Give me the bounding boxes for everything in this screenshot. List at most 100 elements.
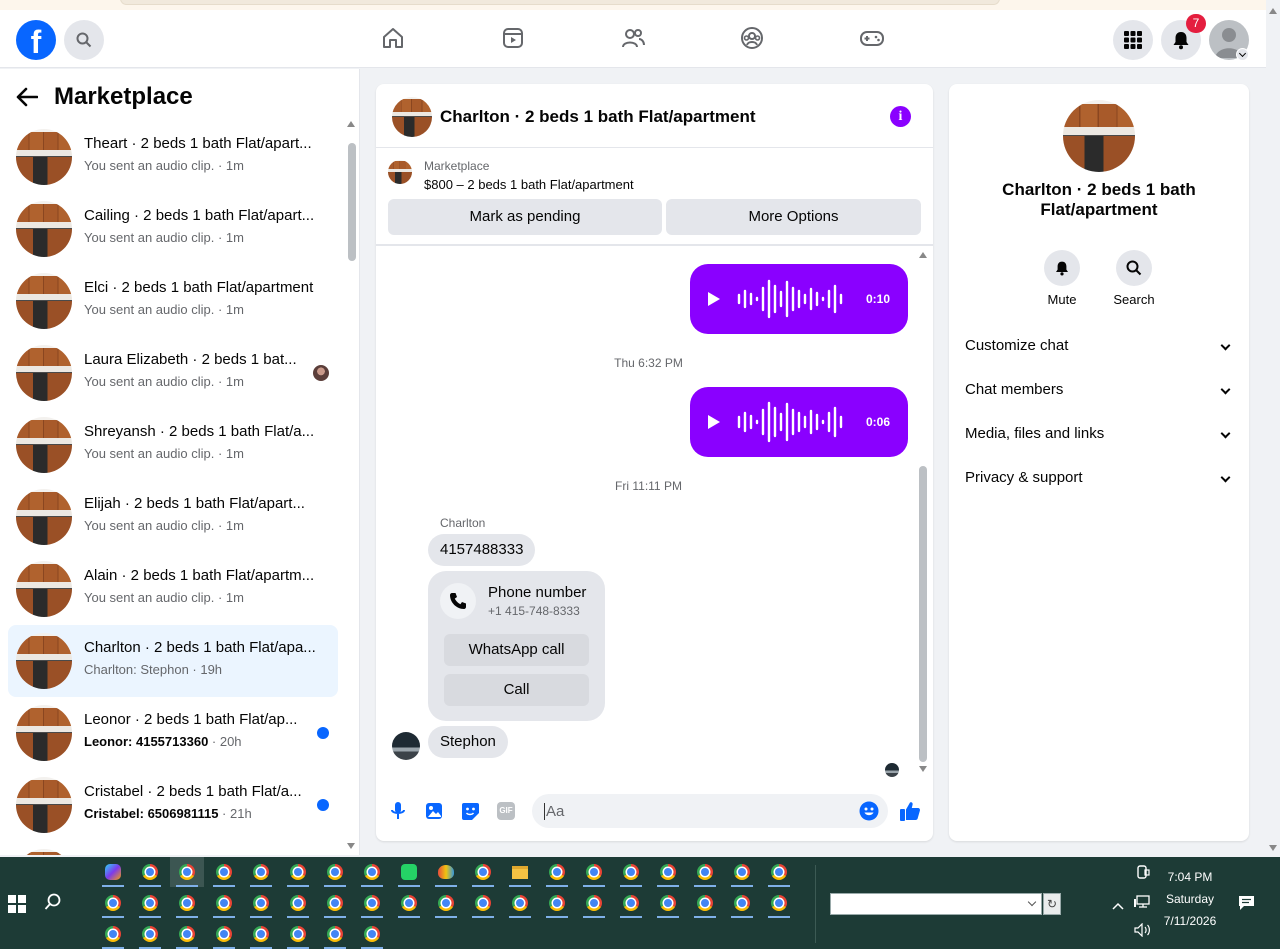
chrome-icon[interactable]	[281, 888, 315, 918]
meet-now-icon[interactable]	[1136, 865, 1150, 886]
volume-icon[interactable]	[1134, 922, 1152, 942]
chrome-icon[interactable]	[614, 888, 648, 918]
menu-grid-button[interactable]	[1113, 20, 1153, 60]
info-icon[interactable]: i	[890, 106, 911, 127]
play-icon[interactable]	[708, 292, 720, 306]
chrome-icon[interactable]	[96, 888, 130, 918]
chrome-icon[interactable]	[725, 857, 759, 887]
audio-message[interactable]: 0:10	[690, 264, 908, 334]
conversation-item[interactable]: Leonor · 2 beds 1 bath Flat/ap... Leonor…	[8, 697, 338, 769]
account-chevron-icon[interactable]	[1236, 48, 1249, 61]
chrome-icon[interactable]	[651, 888, 685, 918]
mute-button[interactable]: Mute	[1032, 250, 1092, 307]
chrome-icon[interactable]	[281, 857, 315, 887]
chat-title[interactable]: Charlton · 2 beds 1 bath Flat/apartment	[440, 107, 756, 127]
whatsapp-icon[interactable]	[392, 857, 426, 887]
conversation-item[interactable]: Cristabel · 2 beds 1 bath Flat/a... Cris…	[8, 769, 338, 841]
chrome-icon[interactable]	[651, 857, 685, 887]
conversation-item-active[interactable]: Charlton · 2 beds 1 bath Flat/apa... Cha…	[8, 625, 338, 697]
network-icon[interactable]	[1134, 895, 1150, 914]
listing-thumbnail[interactable]	[1063, 100, 1135, 172]
chrome-icon[interactable]	[466, 888, 500, 918]
listing-thumbnail[interactable]	[392, 97, 432, 137]
chrome-icon[interactable]	[244, 857, 278, 887]
sticker-icon[interactable]	[459, 800, 481, 822]
play-icon[interactable]	[708, 415, 720, 429]
thumbs-up-icon[interactable]	[899, 800, 921, 822]
copilot-icon[interactable]	[96, 857, 130, 887]
audio-message[interactable]: 0:06	[690, 387, 908, 457]
windows-start-icon[interactable]	[8, 895, 26, 913]
scroll-down-arrow-icon[interactable]	[1269, 845, 1277, 851]
chrome-icon[interactable]	[244, 888, 278, 918]
scroll-down-arrow-icon[interactable]	[919, 766, 927, 772]
chrome-icon[interactable]	[207, 919, 241, 949]
sender-avatar[interactable]	[392, 732, 420, 760]
chrome-icon[interactable]	[170, 919, 204, 949]
gaming-icon[interactable]	[858, 24, 886, 52]
incoming-message-bubble[interactable]: 4157488333	[428, 534, 536, 566]
chrome-icon[interactable]	[133, 888, 167, 918]
scroll-thumb[interactable]	[919, 466, 927, 762]
chrome-icon[interactable]	[355, 857, 389, 887]
conversation-item[interactable]: Laura Elizabeth · 2 beds 1 bat... You se…	[8, 337, 338, 409]
call-button[interactable]: Call	[444, 674, 589, 706]
emoji-icon[interactable]	[859, 801, 879, 826]
notification-center-icon[interactable]	[1238, 895, 1255, 916]
chat-scrollbar[interactable]	[918, 252, 928, 772]
more-options-button[interactable]: More Options	[666, 199, 921, 235]
chrome-icon[interactable]	[355, 919, 389, 949]
privacy-support-section[interactable]: Privacy & support	[965, 458, 1233, 498]
scroll-down-arrow-icon[interactable]	[347, 843, 355, 849]
customize-chat-section[interactable]: Customize chat	[965, 326, 1233, 366]
scroll-up-arrow-icon[interactable]	[347, 121, 355, 127]
taskbar-address-input[interactable]	[830, 893, 1042, 915]
chrome-icon[interactable]	[318, 888, 352, 918]
chrome-icon[interactable]	[170, 888, 204, 918]
conversation-item[interactable]: Alain · 2 beds 1 bath Flat/apartm... You…	[8, 553, 338, 625]
chrome-icon[interactable]	[762, 857, 796, 887]
chrome-icon[interactable]	[207, 857, 241, 887]
chat-members-section[interactable]: Chat members	[965, 370, 1233, 410]
chrome-icon[interactable]	[281, 919, 315, 949]
chrome-icon[interactable]	[429, 888, 463, 918]
friends-icon[interactable]	[619, 24, 647, 52]
chrome-icon[interactable]	[540, 888, 574, 918]
taskbar-search-icon[interactable]	[44, 893, 62, 916]
chrome-icon[interactable]	[96, 919, 130, 949]
chrome-icon[interactable]	[244, 919, 278, 949]
facebook-logo[interactable]: f	[16, 20, 56, 60]
taskbar-clock[interactable]: 7:04 PM Saturday 7/11/2026	[1158, 866, 1222, 932]
address-bar[interactable]	[120, 0, 1000, 5]
scroll-up-arrow-icon[interactable]	[1269, 8, 1277, 14]
scroll-up-arrow-icon[interactable]	[919, 252, 927, 258]
media-files-links-section[interactable]: Media, files and links	[965, 414, 1233, 454]
groups-icon[interactable]	[738, 24, 766, 52]
home-icon[interactable]	[379, 24, 407, 52]
sidebar-scrollbar[interactable]	[346, 117, 356, 853]
chrome-icon[interactable]	[392, 888, 426, 918]
chevron-up-icon[interactable]	[1112, 897, 1124, 915]
gif-icon[interactable]: GIF	[495, 800, 517, 822]
conversation-item[interactable]: Cailing · 2 beds 1 bath Flat/apart... Yo…	[8, 193, 338, 265]
chrome-icon[interactable]	[762, 888, 796, 918]
microphone-icon[interactable]	[387, 800, 409, 822]
paint-icon[interactable]	[429, 857, 463, 887]
search-in-conversation-button[interactable]: Search	[1104, 250, 1164, 307]
chrome-icon[interactable]	[466, 857, 500, 887]
message-input[interactable]: Aa	[532, 794, 888, 828]
chrome-icon[interactable]	[725, 888, 759, 918]
refresh-icon[interactable]: ↻	[1043, 893, 1061, 915]
chrome-icon[interactable]	[133, 919, 167, 949]
chrome-icon[interactable]	[207, 888, 241, 918]
chrome-icon[interactable]	[318, 919, 352, 949]
mark-as-pending-button[interactable]: Mark as pending	[388, 199, 662, 235]
whatsapp-call-button[interactable]: WhatsApp call	[444, 634, 589, 666]
conversation-item[interactable]: Elijah · 2 beds 1 bath Flat/apart... You…	[8, 481, 338, 553]
incoming-message-bubble[interactable]: Stephon	[428, 726, 508, 758]
chrome-icon[interactable]	[577, 888, 611, 918]
chrome-icon[interactable]	[133, 857, 167, 887]
chrome-icon[interactable]	[503, 888, 537, 918]
chevron-down-icon[interactable]	[1027, 897, 1037, 907]
photo-icon[interactable]	[423, 800, 445, 822]
